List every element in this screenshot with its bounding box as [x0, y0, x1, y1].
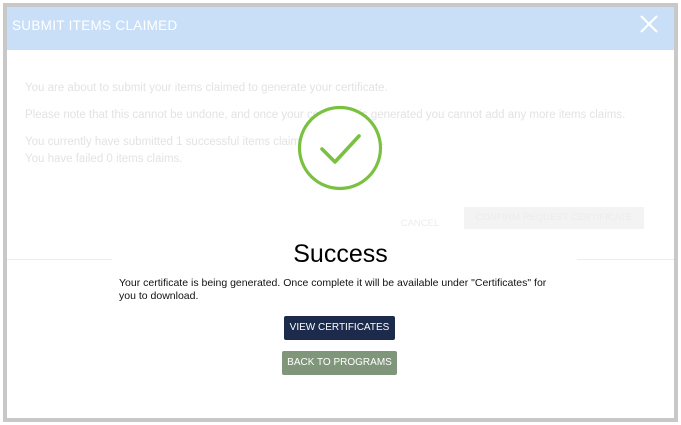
modal-intro-text: You are about to submit your items claim…: [25, 82, 388, 94]
back-to-programs-button[interactable]: BACK TO PROGRAMS: [282, 351, 397, 375]
checkmark-circle-icon: [297, 105, 383, 191]
modal-header: SUBMIT ITEMS CLAIMED: [7, 7, 674, 50]
close-icon[interactable]: [638, 13, 660, 35]
modal-title: SUBMIT ITEMS CLAIMED: [12, 18, 178, 33]
modal-failed-count-text: You have failed 0 items claims.: [25, 153, 183, 165]
success-message: Your certificate is being generated. Onc…: [119, 277, 547, 302]
cancel-button[interactable]: CANCEL: [392, 213, 448, 235]
confirm-request-certificate-button[interactable]: CONFIRM REQUEST CERTIFICATE: [464, 207, 644, 229]
view-certificates-button[interactable]: VIEW CERTIFICATES: [284, 316, 395, 340]
success-title: Success: [293, 240, 388, 268]
confirm-button-label: CONFIRM REQUEST CERTIFICATE: [475, 212, 633, 223]
